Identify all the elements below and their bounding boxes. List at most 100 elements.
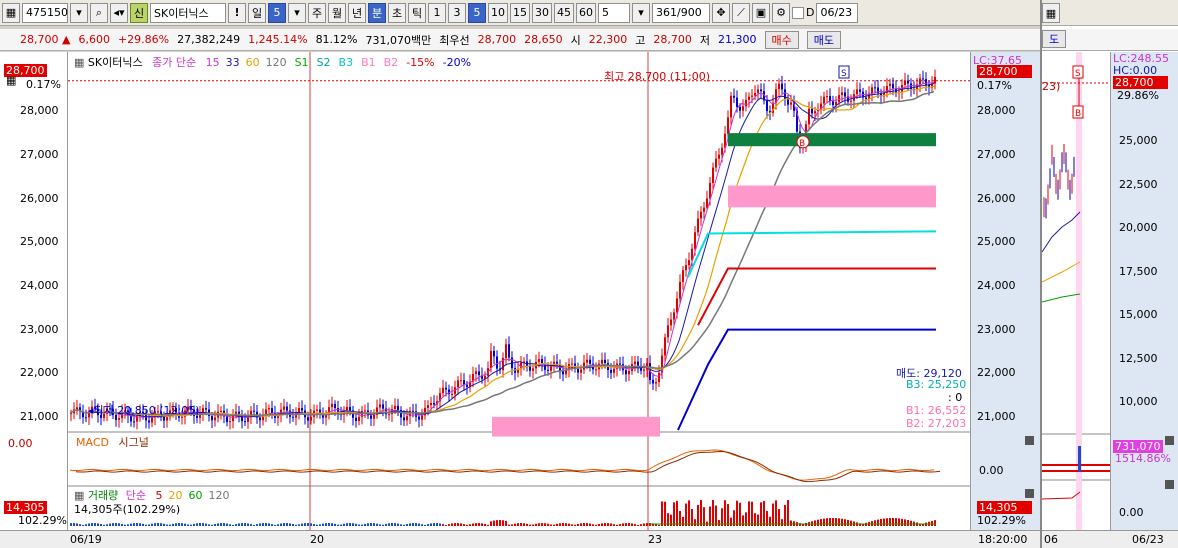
- volume-bar: [334, 523, 336, 526]
- candle-body: [394, 405, 396, 409]
- price-chart[interactable]: BS: [68, 52, 970, 530]
- volume-bar: [466, 524, 468, 526]
- period-minute-button[interactable]: 분: [368, 2, 386, 23]
- candle-body: [538, 359, 540, 362]
- volume-bar: [493, 520, 495, 526]
- legend-extra-5: -15%: [406, 56, 435, 69]
- mini-close-icon[interactable]: [1165, 436, 1174, 445]
- period-year-button[interactable]: 년: [348, 2, 366, 23]
- mini-plot[interactable]: SB 23): [1041, 52, 1110, 530]
- interval-15-button[interactable]: 15: [510, 2, 530, 23]
- open-label: 시: [570, 33, 581, 47]
- mini-close-icon[interactable]: [1165, 480, 1174, 489]
- date-field[interactable]: 06/23: [816, 2, 859, 23]
- grid-icon[interactable]: ▦: [6, 74, 16, 87]
- candle-body: [688, 260, 690, 266]
- mini-price-tag: 28,700: [1113, 76, 1168, 89]
- stock-name-field[interactable]: SK이터닉스: [150, 2, 226, 23]
- volume-close-icon[interactable]: [1025, 489, 1034, 498]
- volume-bar: [847, 519, 849, 526]
- volume-bar: [631, 523, 633, 526]
- volume-pct-right: 102.29%: [977, 514, 1026, 527]
- dropdown-icon[interactable]: ▾: [70, 2, 88, 23]
- volume-bar: [460, 523, 462, 526]
- candle-body: [844, 92, 846, 97]
- interval-10-button[interactable]: 10: [488, 2, 508, 23]
- volume-bar: [676, 500, 678, 526]
- layout-icon[interactable]: ▦: [2, 2, 20, 23]
- interval-5-button[interactable]: 5: [468, 2, 486, 23]
- interval-45-button[interactable]: 45: [554, 2, 574, 23]
- volume-bar: [718, 520, 720, 526]
- volume-value: 14,305주(102.29%): [74, 503, 181, 516]
- interval-1-button[interactable]: 1: [428, 2, 446, 23]
- candle-body: [781, 83, 783, 90]
- stock-code-input[interactable]: 475150: [22, 2, 68, 23]
- period-week-button[interactable]: 주: [308, 2, 326, 23]
- y-tick-right: 22,000: [977, 366, 1016, 380]
- save-icon[interactable]: ▣: [752, 2, 770, 23]
- candle-body: [586, 359, 588, 363]
- volume-bar: [559, 523, 561, 526]
- search-icon[interactable]: ⌕: [90, 2, 108, 23]
- range-field[interactable]: 361/900: [652, 2, 710, 23]
- volume-bar: [886, 518, 888, 526]
- period-num-button[interactable]: 5: [268, 2, 286, 23]
- candle-body: [577, 368, 579, 373]
- dropdown-icon[interactable]: ▾: [632, 2, 650, 23]
- interval-3-button[interactable]: 3: [448, 2, 466, 23]
- dropdown-icon[interactable]: ▾: [288, 2, 306, 23]
- volume-bar: [874, 520, 876, 526]
- y-tick-left: 21,000: [20, 409, 59, 423]
- candle-body: [505, 344, 507, 358]
- volume-bar: [784, 504, 786, 526]
- period-second-button[interactable]: 초: [388, 2, 406, 23]
- buy-button[interactable]: 매수: [764, 30, 799, 49]
- volume-bar: [661, 501, 663, 526]
- candle-body: [865, 97, 867, 99]
- volume-bar: [628, 523, 630, 526]
- period-month-button[interactable]: 월: [328, 2, 346, 23]
- warning-button[interactable]: !: [228, 2, 246, 23]
- x-time: 18:20:00: [978, 533, 1028, 546]
- date-checkbox[interactable]: [792, 6, 804, 19]
- candle-body: [373, 414, 375, 419]
- interval-30-button[interactable]: 30: [532, 2, 552, 23]
- candle-body: [382, 404, 384, 409]
- volume-ma-60: 60: [188, 489, 203, 502]
- volume-bar: [388, 523, 390, 526]
- volume-bar: [151, 523, 153, 526]
- candle-body: [259, 417, 261, 421]
- sell-button[interactable]: 매도: [806, 30, 841, 49]
- candle-body: [718, 154, 720, 159]
- candle-body: [301, 408, 303, 411]
- gear-icon[interactable]: ⚙: [772, 2, 790, 23]
- candle-body: [334, 403, 336, 409]
- volume-bar: [478, 523, 480, 526]
- speaker-icon[interactable]: ◂▾: [110, 2, 128, 23]
- volume-bar: [235, 524, 237, 526]
- period-day-button[interactable]: 일: [248, 2, 266, 23]
- candle-body: [838, 95, 840, 102]
- volume-bar: [841, 518, 843, 526]
- candle-body: [634, 361, 636, 365]
- period-tick-button[interactable]: 틱: [408, 2, 426, 23]
- crosshair-icon[interactable]: ✥: [712, 2, 730, 23]
- mini-x-label-1: 06/23: [1132, 533, 1164, 546]
- candle-body: [760, 89, 762, 92]
- candle-body: [595, 369, 597, 371]
- candle-body: [229, 421, 231, 423]
- volume-bar: [259, 523, 261, 526]
- layout-icon[interactable]: ▦: [1042, 3, 1060, 23]
- chart-plot[interactable]: BS ▦ SK이터닉스 종가 단순 15 33 60 120 S1 S2 B3 B1 B2 -15…: [68, 52, 970, 530]
- y-tick-right: 27,000: [977, 147, 1016, 161]
- interval-input[interactable]: 5: [598, 2, 630, 23]
- volume-bar: [211, 524, 213, 526]
- y-tick-right: 28,000: [977, 104, 1016, 118]
- volume-bar: [697, 504, 699, 526]
- mini-price-chart[interactable]: SB: [1041, 52, 1110, 530]
- interval-60-button[interactable]: 60: [576, 2, 596, 23]
- draw-tool-icon[interactable]: ⟋: [732, 2, 750, 23]
- mini-sell-button[interactable]: 도: [1042, 30, 1067, 48]
- macd-close-icon[interactable]: [1025, 436, 1034, 445]
